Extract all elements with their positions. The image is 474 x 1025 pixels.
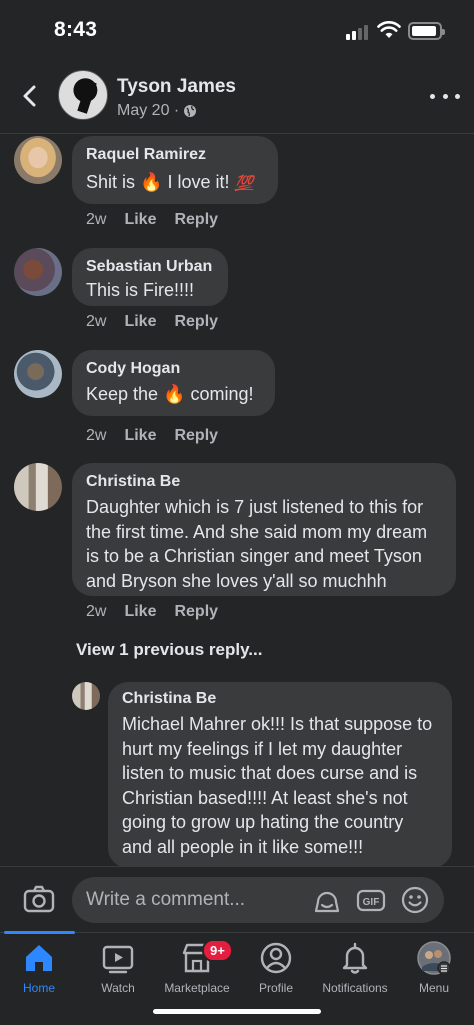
status-time: 8:43: [54, 18, 98, 41]
reply-button[interactable]: Reply: [174, 603, 218, 621]
like-button[interactable]: Like: [124, 427, 156, 445]
svg-text:GIF: GIF: [363, 897, 380, 908]
reply-button[interactable]: Reply: [174, 427, 218, 445]
tab-label: Home: [22, 981, 55, 995]
comment-bubble[interactable]: Cody Hogan Keep the 🔥 coming!: [72, 350, 275, 416]
home-indicator[interactable]: [153, 1009, 321, 1014]
comment-author[interactable]: Christina Be: [122, 688, 438, 710]
comment-composer: GIF: [0, 866, 474, 932]
notification-badge: 9+: [202, 939, 233, 962]
reply-button[interactable]: Reply: [174, 211, 218, 229]
active-tab-indicator: [4, 931, 75, 934]
comment-text: Michael Mahrer ok!!! Is that suppose to …: [122, 714, 433, 857]
back-button[interactable]: [14, 80, 46, 112]
comment-actions: 2w Like Reply: [86, 603, 218, 621]
comment-text: This is Fire!!!!: [86, 280, 195, 300]
fire-emoji-icon: 🔥: [163, 384, 186, 405]
post-header: Tyson James May 20 ·: [0, 62, 474, 134]
commenter-avatar[interactable]: [72, 682, 100, 710]
commenter-avatar[interactable]: [14, 463, 62, 511]
like-button[interactable]: Like: [124, 313, 156, 331]
comment-time: 2w: [86, 211, 107, 228]
tab-notifications[interactable]: Notifications: [310, 941, 400, 995]
more-options-button[interactable]: [430, 84, 460, 108]
tab-label: Watch: [101, 981, 135, 995]
post-meta: May 20 ·: [117, 102, 197, 120]
comment-bubble[interactable]: Sebastian Urban This is Fire!!!!: [72, 248, 228, 306]
comment-actions: 2w Like Reply: [86, 211, 218, 229]
comment-text: Shit is 🔥 I love it! 💯: [86, 172, 254, 193]
hundred-points-emoji: 💯: [234, 175, 254, 192]
tab-home[interactable]: Home: [0, 941, 84, 995]
reply-button[interactable]: Reply: [174, 313, 218, 331]
tab-label: Notifications: [322, 981, 388, 995]
comment-author[interactable]: Cody Hogan: [86, 358, 261, 380]
bell-icon: [342, 942, 368, 974]
comment-author[interactable]: Raquel Ramirez: [86, 144, 264, 166]
battery-icon: [408, 22, 445, 40]
profile-icon: [260, 942, 292, 974]
like-button[interactable]: Like: [124, 211, 156, 229]
author-name[interactable]: Tyson James: [117, 76, 236, 98]
commenter-avatar[interactable]: [14, 136, 62, 184]
comment-time: 2w: [86, 603, 107, 620]
comment-bubble[interactable]: Christina Be Daughter which is 7 just li…: [72, 463, 456, 596]
view-previous-replies-link[interactable]: View 1 previous reply...: [76, 640, 262, 660]
comment-bubble[interactable]: Christina Be Michael Mahrer ok!!! Is tha…: [108, 682, 452, 868]
comment-author[interactable]: Sebastian Urban: [86, 256, 214, 278]
cellular-signal-icon: [346, 24, 372, 40]
globe-icon: [184, 105, 197, 117]
post-date: May 20 ·: [117, 102, 180, 119]
emoji-icon[interactable]: [400, 885, 430, 915]
comment-author[interactable]: Christina Be: [86, 471, 442, 493]
comment-actions: 2w Like Reply: [86, 427, 218, 445]
avatar-sticker-icon[interactable]: [312, 885, 342, 915]
tab-label: Menu: [418, 981, 450, 995]
menu-avatar-icon: [417, 941, 451, 975]
author-avatar[interactable]: [58, 70, 108, 120]
commenter-avatar[interactable]: [14, 248, 62, 296]
wifi-icon: [377, 21, 401, 38]
tab-profile[interactable]: Profile: [231, 941, 321, 995]
tab-label: Profile: [258, 981, 293, 995]
commenter-avatar[interactable]: [14, 350, 62, 398]
tab-marketplace[interactable]: 9+ Marketplace: [152, 939, 242, 995]
composer-icons: GIF: [312, 885, 430, 915]
watch-icon: [102, 945, 134, 974]
home-icon: [26, 945, 52, 971]
status-bar: 8:43: [0, 0, 474, 62]
fire-emoji-icon: 🔥: [140, 172, 163, 193]
comment-bubble[interactable]: Raquel Ramirez Shit is 🔥 I love it! 💯: [72, 136, 278, 204]
tab-menu[interactable]: Menu: [389, 941, 474, 995]
like-button[interactable]: Like: [124, 603, 156, 621]
comment-time: 2w: [86, 427, 107, 444]
comment-text: Daughter which is 7 just listened to thi…: [86, 497, 428, 591]
gif-icon[interactable]: GIF: [356, 885, 386, 915]
comment-text: Keep the 🔥 coming!: [86, 384, 254, 405]
comment-actions: 2w Like Reply: [86, 313, 218, 331]
tab-label: Marketplace: [164, 981, 230, 995]
camera-icon[interactable]: [22, 882, 56, 916]
tab-watch[interactable]: Watch: [73, 941, 163, 995]
comment-time: 2w: [86, 313, 107, 330]
